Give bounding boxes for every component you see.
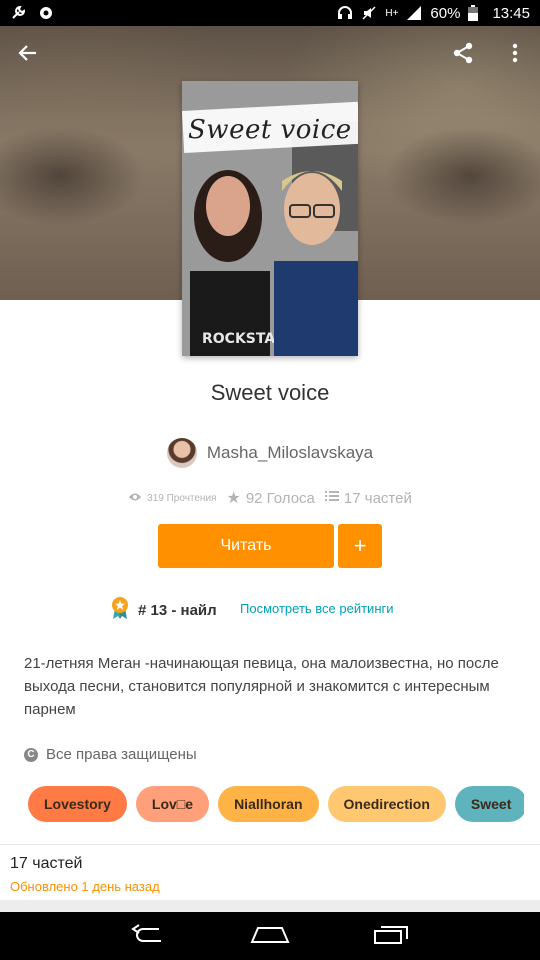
share-button[interactable] — [448, 40, 478, 70]
story-page: H+ 60% 13:45 ROCKSTA Sweet voice Sweet v… — [0, 0, 540, 960]
author-row[interactable]: Masha_Miloslavskaya — [0, 438, 540, 468]
tag-chip[interactable]: Sweet — [454, 786, 524, 822]
ranking-badge: # 13 - найл — [110, 596, 217, 625]
divider — [0, 844, 540, 845]
network-type: H+ — [385, 7, 399, 19]
system-navigation-bar — [0, 912, 540, 960]
tag-chip[interactable]: Lovestory — [28, 786, 127, 822]
tag-chip[interactable]: Lov□e — [135, 786, 210, 822]
tag-list: Lovestory Lov□e Niallhoran Onedirection Swee… — [28, 786, 524, 822]
parts-stat: 17 частей — [324, 489, 412, 507]
nav-home-icon[interactable] — [250, 924, 290, 949]
votes-stat: ★ 92 Голоса — [226, 488, 314, 508]
book-cover[interactable]: ROCKSTA Sweet voice — [182, 81, 358, 356]
signal-icon — [406, 5, 422, 21]
back-arrow-icon — [18, 43, 38, 68]
ranking-text: # 13 - найл — [138, 602, 217, 619]
copyright-text: Все права защищены — [46, 746, 197, 763]
status-bar: H+ 60% 13:45 — [0, 0, 540, 26]
eye-icon — [128, 489, 142, 507]
add-to-library-button[interactable]: + — [338, 524, 382, 568]
story-title: Sweet voice — [210, 380, 330, 405]
avatar — [166, 438, 197, 468]
cover-title-text: Sweet voice — [188, 115, 352, 145]
nav-recents-icon[interactable] — [373, 923, 409, 950]
svg-text:ROCKSTA: ROCKSTA — [202, 331, 275, 347]
back-button[interactable] — [13, 40, 43, 70]
section-separator — [0, 900, 540, 912]
share-icon — [451, 41, 475, 70]
votes-count: 92 Голоса — [245, 489, 315, 507]
settings-icon — [38, 5, 54, 21]
parts-updated: Обновлено 1 день назад — [10, 879, 160, 894]
nav-back-icon[interactable] — [131, 923, 167, 950]
story-stats: 319 Прочтения ★ 92 Голоса 17 частей — [0, 488, 540, 508]
view-all-rankings-link[interactable]: Посмотреть все рейтинги — [240, 601, 394, 616]
tag-chip[interactable]: Niallhoran — [218, 786, 319, 822]
reads-stat: 319 Прочтения — [128, 489, 216, 507]
author-name: Masha_Miloslavskaya — [206, 443, 374, 462]
battery-icon — [468, 5, 484, 21]
parts-count: 17 частей — [343, 489, 412, 507]
more-vert-icon — [512, 43, 518, 68]
clock: 13:45 — [492, 4, 530, 22]
list-icon — [324, 489, 339, 507]
wrench-icon — [10, 5, 26, 21]
parts-title[interactable]: 17 частей — [10, 855, 82, 873]
reads-count: 319 Прочтения — [147, 492, 217, 504]
read-button[interactable]: Читать — [158, 524, 334, 568]
headphones-icon — [337, 5, 353, 21]
battery-percent: 60% — [430, 4, 461, 22]
more-options-button[interactable] — [500, 40, 530, 70]
mute-icon — [361, 5, 377, 21]
star-icon: ★ — [226, 490, 241, 507]
story-description: 21-летняя Меган -начинающая певица, она … — [24, 655, 499, 718]
tag-chip[interactable]: Onedirection — [327, 786, 446, 822]
ribbon-icon — [110, 596, 130, 625]
copyright-icon: C — [24, 747, 38, 762]
copyright-row: C Все права защищены — [24, 746, 197, 763]
